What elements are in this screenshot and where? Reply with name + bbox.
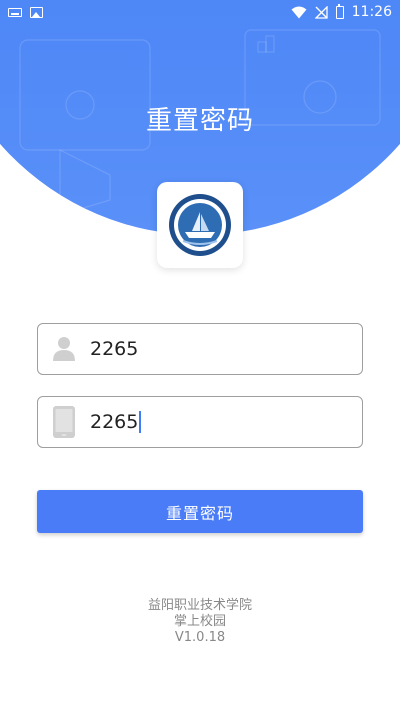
status-bar: 11:26 (0, 0, 400, 24)
footer-version: V1.0.18 (174, 630, 226, 645)
footer-app-name: 掌上校园 (173, 614, 226, 629)
page-title: 重置密码 (145, 106, 254, 136)
reset-password-screen: 11:26 重置密码 2265 2265 重置密码 益阳职业技术学院 掌上校园 … (0, 0, 400, 711)
battery-icon (335, 3, 344, 19)
status-time: 11:26 (351, 4, 392, 20)
user-icon (38, 323, 90, 375)
account-field[interactable]: 2265 (37, 323, 363, 375)
phone-input[interactable]: 2265 (90, 411, 138, 433)
phone-icon (38, 396, 90, 448)
keyboard-icon (8, 7, 22, 17)
footer: 益阳职业技术学院 掌上校园 V1.0.18 (0, 598, 400, 646)
school-logo (169, 194, 231, 256)
account-input[interactable]: 2265 (90, 338, 138, 360)
phone-field[interactable]: 2265 (37, 396, 363, 448)
footer-school-name: 益阳职业技术学院 (147, 598, 252, 613)
image-icon (30, 6, 43, 18)
wifi-icon (291, 6, 307, 18)
logo-card (157, 182, 243, 268)
no-signal-icon (314, 5, 328, 19)
reset-password-button[interactable]: 重置密码 (37, 490, 363, 533)
text-cursor (139, 411, 142, 433)
